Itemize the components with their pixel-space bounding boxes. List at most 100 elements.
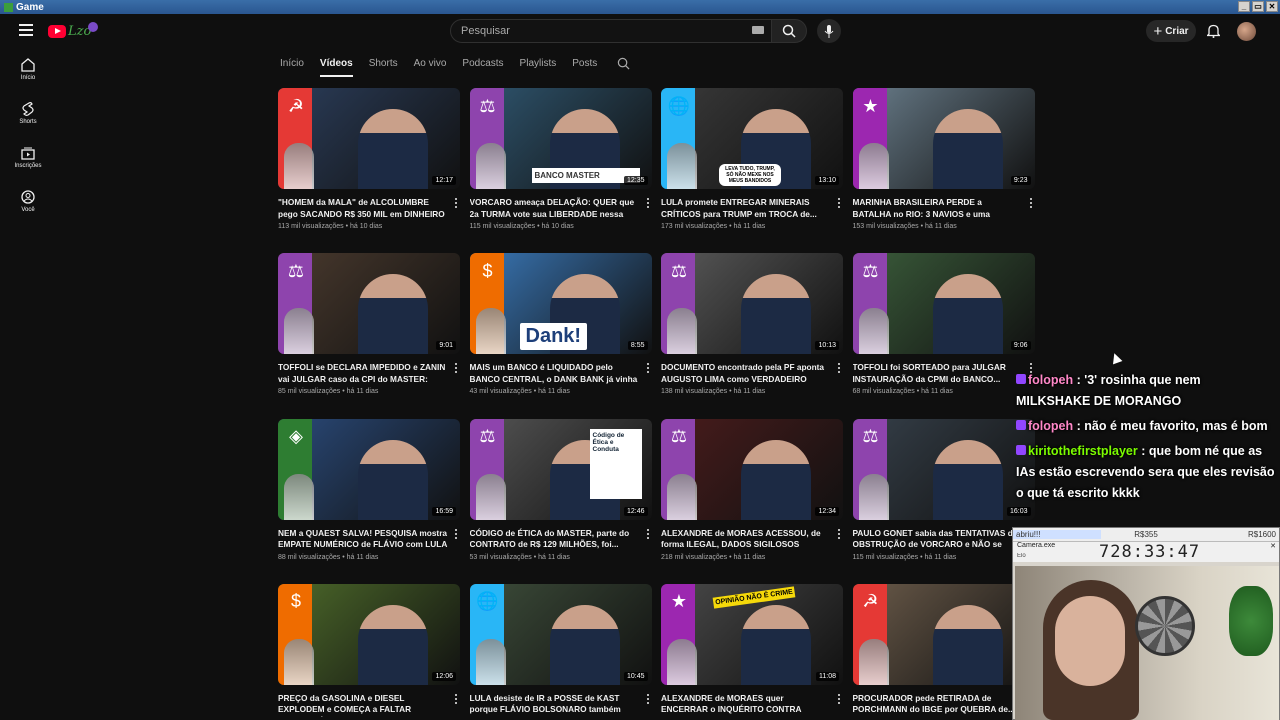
sidebar-item-home[interactable]: Início — [0, 48, 56, 92]
video-thumbnail[interactable]: 🌐 LEVA TUDO, TRUMP, SÓ NÃO MEXE NOS MEUS … — [661, 88, 843, 189]
video-card[interactable]: ⚖ 9:06 TOFFOLI foi SORTEADO para JULGAR IN… — [852, 253, 1035, 395]
thumbnail-person — [741, 274, 811, 355]
more-options-icon[interactable] — [838, 528, 841, 539]
youtube-logo[interactable]: Lzo — [48, 22, 104, 40]
tab-videos[interactable]: Vídeos — [319, 52, 353, 77]
video-card[interactable]: ⚖ 9:01 TOFFOLI se DECLARA IMPEDIDO e ZANIN… — [278, 253, 460, 395]
close-button[interactable]: ✕ — [1266, 1, 1278, 12]
video-thumbnail[interactable]: ⚖ 9:06 — [852, 253, 1035, 355]
create-button[interactable]: + Criar — [1146, 20, 1196, 42]
more-options-icon[interactable] — [455, 693, 458, 704]
sidebar: Início Shorts Inscrições Você — [0, 48, 56, 224]
video-title[interactable]: VORCARO ameaça DELAÇÃO: QUER que 2a TURM… — [470, 197, 640, 221]
video-title[interactable]: TOFFOLI se DECLARA IMPEDIDO e ZANIN vai … — [278, 362, 448, 386]
more-options-icon[interactable] — [646, 693, 650, 704]
video-thumbnail[interactable]: ★ OPINIÃO NÃO É CRIME 11:08 — [661, 583, 843, 685]
video-card[interactable]: ⚖16:03 PAULO GONET sabia das TENTATIVAS d… — [852, 418, 1035, 561]
video-card[interactable]: ⚖ Código de Ética e Conduta 12:46 CÓDIGO de… — [469, 418, 652, 561]
sidebar-item-label: Você — [21, 207, 35, 213]
video-card[interactable]: ⚖ 12:34 ALEXANDRE de MORAES ACESSOU, de fo… — [661, 418, 843, 561]
keyboard-icon[interactable] — [752, 26, 764, 34]
maximize-button[interactable]: ▭ — [1252, 1, 1264, 12]
video-thumbnail[interactable]: ⚖ BANCO MASTER 12:35 — [469, 88, 652, 189]
video-title[interactable]: CÓDIGO de ÉTICA do MASTER, parte do CONT… — [470, 528, 640, 552]
video-title[interactable]: ALEXANDRE de MORAES quer ENCERRAR o INQU… — [661, 693, 831, 717]
video-card[interactable]: $ Dank! 8:55 MAIS um BANCO é LIQUIDADO pelo… — [469, 253, 652, 395]
twitch-badge-icon — [1016, 420, 1026, 430]
menu-icon[interactable] — [19, 24, 33, 36]
more-options-icon[interactable] — [838, 363, 841, 374]
tab-podcasts[interactable]: Podcasts — [462, 52, 503, 75]
sidebar-item-label: Inscrições — [14, 163, 42, 169]
video-title[interactable]: MAIS um BANCO é LIQUIDADO pelo BANCO CEN… — [470, 362, 640, 386]
more-options-icon[interactable] — [838, 198, 841, 208]
channel-search-icon[interactable] — [617, 57, 630, 70]
video-meta: 173 mil visualizações • há 11 dias — [661, 223, 766, 230]
more-options-icon[interactable] — [838, 693, 841, 704]
tab-shorts[interactable]: Shorts — [369, 52, 398, 75]
video-thumbnail[interactable]: ⚖ 10:13 — [661, 253, 843, 355]
video-title[interactable]: DOCUMENTO encontrado pela PF aponta AUGU… — [661, 362, 831, 386]
sidebar-item-you[interactable]: Você — [0, 180, 56, 224]
video-thumbnail[interactable]: ⚖ Código de Ética e Conduta 12:46 — [469, 418, 652, 520]
goal-bar: abriu!!! R$355 R$1600 — [1013, 528, 1279, 541]
video-card[interactable]: 🌐 10:45 LULA desiste de IR a POSSE de KAST… — [469, 583, 652, 717]
video-thumbnail[interactable]: ⚖ 16:03 — [852, 418, 1035, 520]
video-card[interactable]: ☭ 12:17 "HOMEM da MALA" de ALCOLUMBRE pego… — [278, 88, 460, 230]
video-title[interactable]: PREÇO da GASOLINA e DIESEL EXPLODEM e CO… — [278, 693, 448, 717]
video-card[interactable]: ⚖ 10:13 DOCUMENTO encontrado pela PF apont… — [661, 253, 843, 395]
more-options-icon[interactable] — [455, 363, 458, 374]
tab-ao-vivo[interactable]: Ao vivo — [414, 52, 447, 75]
tab-inicio[interactable]: Início — [280, 52, 304, 75]
video-thumbnail[interactable]: $ Dank! 8:55 — [469, 253, 652, 355]
video-thumbnail[interactable]: ◈ 16:59 — [278, 418, 460, 520]
tab-posts[interactable]: Posts — [572, 52, 597, 75]
host-portrait — [858, 638, 889, 685]
create-label: Criar — [1165, 25, 1189, 37]
video-card[interactable]: ◈ 16:59 NEM a QUAEST SALVA! PESQUISA mostr… — [278, 418, 460, 561]
search-input[interactable]: Pesquisar — [450, 19, 772, 43]
avatar[interactable] — [1237, 22, 1256, 41]
window-title: Game — [16, 1, 44, 13]
video-thumbnail[interactable]: ⚖ 9:01 — [278, 253, 460, 355]
video-title[interactable]: TOFFOLI foi SORTEADO para JULGAR INSTAUR… — [853, 362, 1023, 386]
video-title[interactable]: NEM a QUAEST SALVA! PESQUISA mostra EMPA… — [278, 528, 448, 552]
video-card[interactable]: ⚖ BANCO MASTER 12:35 VORCARO ameaça DELAÇÃO… — [469, 88, 652, 230]
video-title[interactable]: ALEXANDRE de MORAES ACESSOU, de forma IL… — [661, 528, 831, 552]
camera-close-icon[interactable]: ✕ — [1270, 542, 1276, 550]
sidebar-item-subscriptions[interactable]: Inscrições — [0, 136, 56, 180]
video-thumbnail[interactable]: ☭ — [852, 583, 1035, 685]
more-options-icon[interactable] — [646, 363, 650, 374]
video-title[interactable]: MARINHA BRASILEIRA PERDE a BATALHA no RI… — [853, 197, 1023, 221]
video-title[interactable]: LULA promete ENTREGAR MINERAIS CRÍTICOS … — [661, 197, 831, 221]
more-options-icon[interactable] — [646, 528, 650, 539]
more-options-icon[interactable] — [646, 198, 650, 208]
more-options-icon[interactable] — [455, 528, 458, 539]
video-title[interactable]: LULA desiste de IR a POSSE de KAST porqu… — [470, 693, 640, 717]
more-options-icon[interactable] — [455, 198, 458, 208]
video-thumbnail[interactable]: 🌐 10:45 — [469, 583, 652, 685]
thumbnail-caption: Código de Ética e Conduta — [589, 428, 642, 499]
video-card[interactable]: ☭ PROCURADOR pede RETIRADA de PORCHMANN d… — [852, 583, 1035, 717]
minimize-button[interactable]: _ — [1238, 1, 1250, 12]
tab-playlists[interactable]: Playlists — [520, 52, 557, 75]
video-card[interactable]: $12:06 PREÇO da GASOLINA e DIESEL EXPLODE… — [278, 583, 460, 717]
video-card[interactable]: 🌐 LEVA TUDO, TRUMP, SÓ NÃO MEXE NOS MEUS … — [661, 88, 843, 230]
notifications-button[interactable] — [1205, 23, 1221, 39]
video-thumbnail[interactable]: ★ 9:23 — [852, 88, 1035, 189]
more-options-icon[interactable] — [1029, 198, 1033, 208]
voice-search-button[interactable] — [817, 19, 841, 43]
sidebar-item-shorts[interactable]: Shorts — [0, 92, 56, 136]
video-card[interactable]: ★ OPINIÃO NÃO É CRIME 11:08 ALEXANDRE de MO… — [661, 583, 843, 717]
video-meta: 85 mil visualizações • há 11 dias — [278, 388, 379, 396]
category-icon: ☭ — [287, 95, 305, 116]
host-portrait — [858, 473, 889, 520]
video-card[interactable]: ★ 9:23 MARINHA BRASILEIRA PERDE a BATALHA … — [852, 88, 1035, 230]
video-title[interactable]: PAULO GONET sabia das TENTATIVAS de OBST… — [853, 528, 1023, 552]
search-button[interactable] — [771, 19, 807, 43]
video-title[interactable]: "HOMEM da MALA" de ALCOLUMBRE pego SACAN… — [278, 197, 448, 221]
video-title[interactable]: PROCURADOR pede RETIRADA de PORCHMANN do… — [853, 693, 1023, 717]
video-thumbnail[interactable]: $12:06 — [278, 583, 460, 685]
video-thumbnail[interactable]: ⚖ 12:34 — [661, 418, 843, 520]
video-thumbnail[interactable]: ☭ 12:17 — [278, 88, 460, 189]
